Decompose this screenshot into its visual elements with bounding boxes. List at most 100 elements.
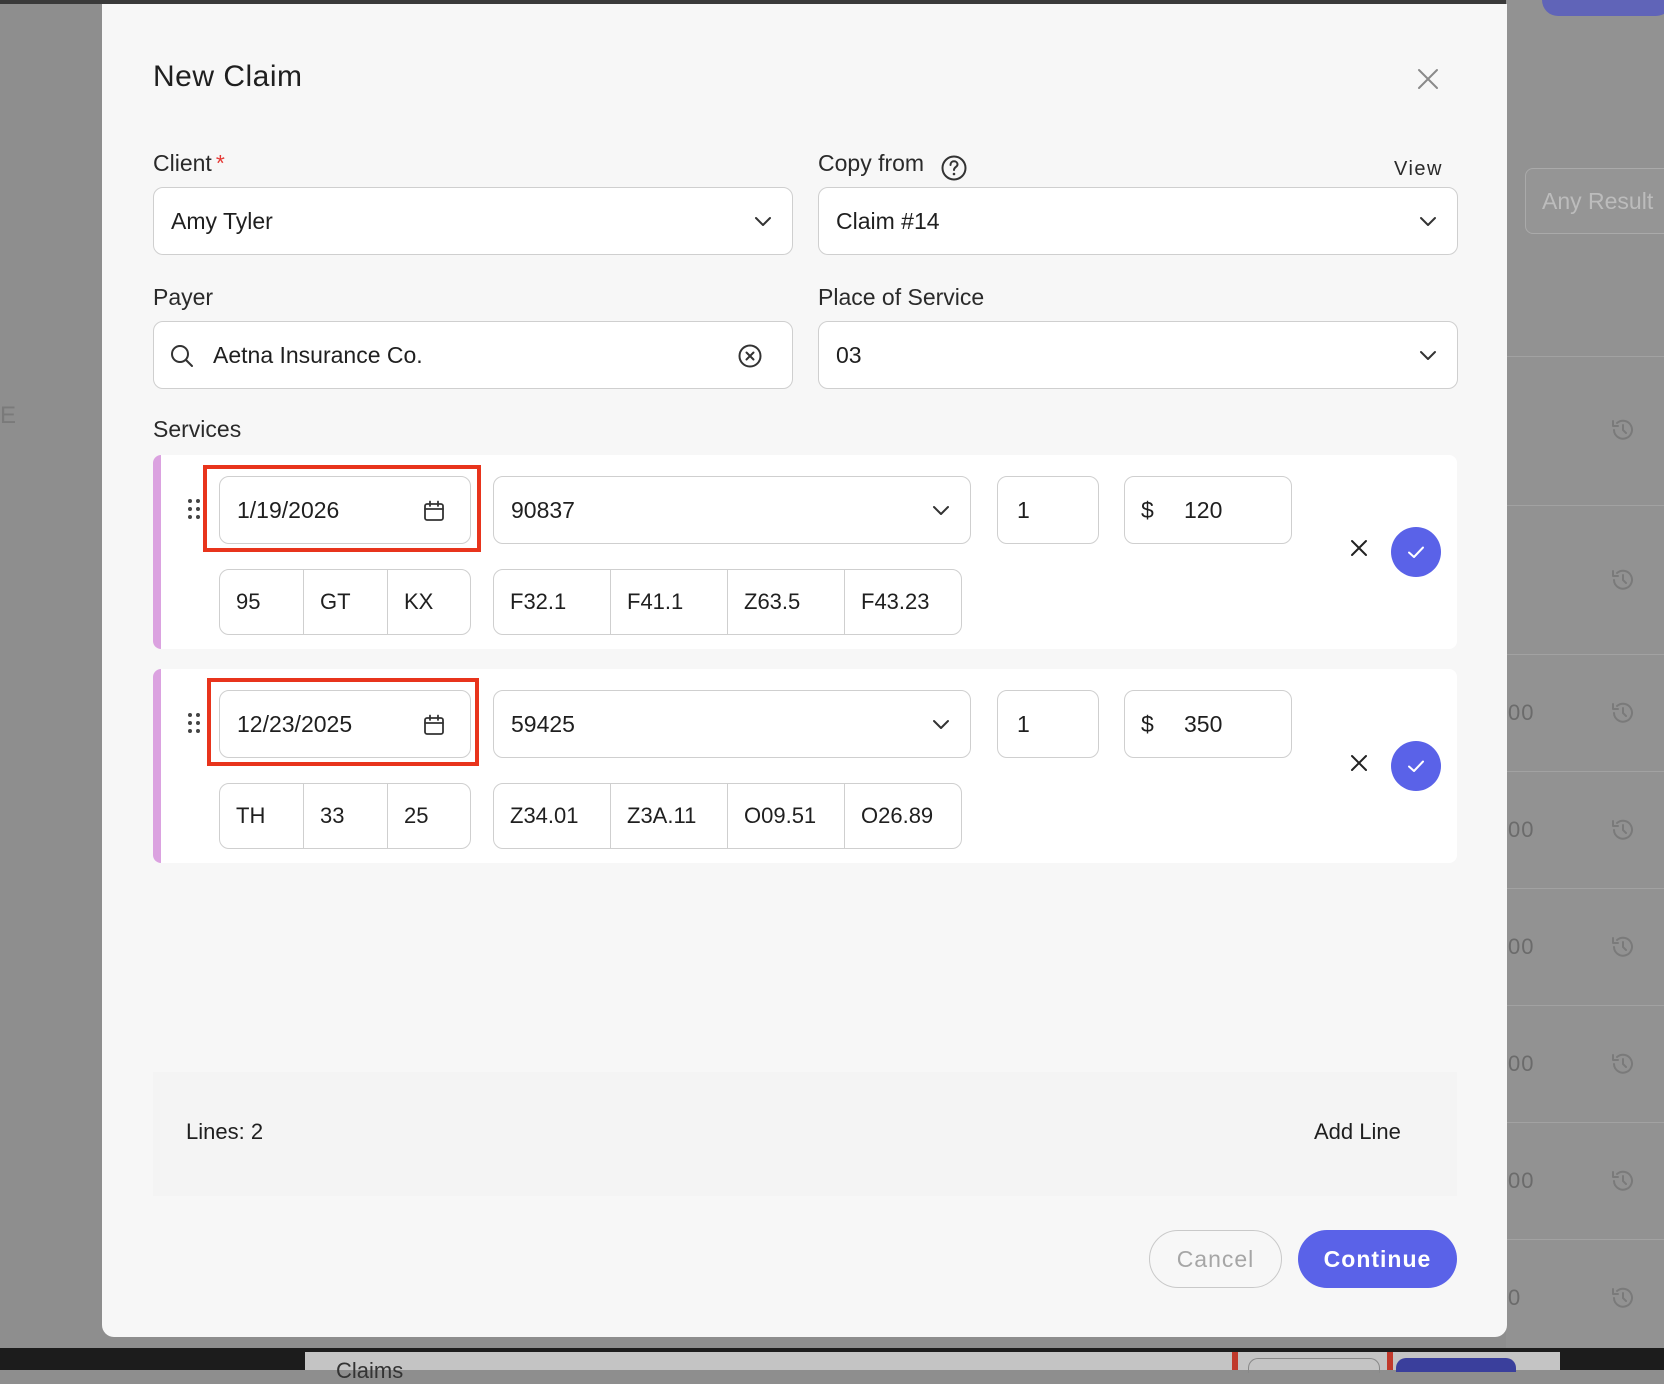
- remove-line-icon[interactable]: [1348, 537, 1370, 559]
- diagnoses-group: F32.1 F41.1 Z63.5 F43.23: [493, 569, 962, 635]
- service-line: 1/19/2026 90837 1 $ 120 95 GT KX F32.1 F…: [153, 455, 1457, 649]
- place-of-service-value: 03: [836, 341, 862, 368]
- background-amount: 0: [1508, 1285, 1522, 1310]
- place-of-service-label: Place of Service: [818, 284, 985, 310]
- currency-symbol: $: [1141, 496, 1154, 523]
- client-select[interactable]: Amy Tyler: [153, 187, 793, 255]
- payer-label: Payer: [153, 284, 214, 310]
- new-claim-dialog: New Claim Client * Amy Tyler Copy from Vi…: [102, 4, 1507, 1337]
- service-line: 12/23/2025 59425 1 $ 350 TH 33 25 Z34.01…: [153, 669, 1457, 863]
- background-filter: Any Result: [1525, 168, 1664, 234]
- modifier-input[interactable]: TH: [220, 784, 304, 848]
- history-icon: [1612, 819, 1633, 840]
- currency-symbol: $: [1141, 710, 1154, 737]
- amount-value: 120: [1184, 496, 1223, 523]
- background-button: [1542, 0, 1664, 16]
- diagnosis-input[interactable]: F32.1: [494, 570, 611, 634]
- modifier-input[interactable]: KX: [388, 570, 470, 634]
- view-link[interactable]: View: [1394, 158, 1443, 181]
- background-amount: 00: [1508, 817, 1535, 842]
- background-marker: [1387, 1352, 1393, 1370]
- drag-handle-icon[interactable]: [187, 712, 201, 734]
- diagnoses-group: Z34.01 Z3A.11 O09.51 O26.89: [493, 783, 962, 849]
- modifiers-group: TH 33 25: [219, 783, 471, 849]
- background-marker: [1232, 1352, 1238, 1370]
- modifier-input[interactable]: 33: [304, 784, 388, 848]
- amount-input[interactable]: $ 350: [1124, 690, 1292, 758]
- confirm-line-button[interactable]: [1391, 527, 1441, 577]
- place-of-service-select[interactable]: 03: [818, 321, 1458, 389]
- remove-line-icon[interactable]: [1348, 752, 1370, 774]
- modifier-input[interactable]: 95: [220, 570, 304, 634]
- background-row-divider: [1506, 1005, 1664, 1006]
- services-footer: [153, 1072, 1457, 1196]
- procedure-code-select[interactable]: 90837: [493, 476, 971, 544]
- amount-value: 350: [1184, 710, 1223, 737]
- modifier-input[interactable]: GT: [304, 570, 388, 634]
- cancel-button[interactable]: Cancel: [1149, 1230, 1282, 1288]
- background-row-divider: [1506, 888, 1664, 889]
- background-row-divider: [1506, 771, 1664, 772]
- background-page-title: Claims: [336, 1358, 404, 1383]
- dialog-title: New Claim: [153, 60, 303, 93]
- payer-search-input[interactable]: Aetna Insurance Co.: [153, 321, 793, 389]
- highlight-box: [207, 678, 479, 766]
- close-icon[interactable]: [1413, 64, 1443, 94]
- diagnosis-input[interactable]: F43.23: [845, 570, 961, 634]
- background-row-divider: [1506, 356, 1664, 357]
- highlight-box: [203, 465, 481, 552]
- required-mark: *: [215, 150, 225, 176]
- background-row-divider: [1506, 654, 1664, 655]
- background-amount: 00: [1508, 700, 1535, 725]
- client-label: Client *: [153, 150, 225, 176]
- background-amount: 00: [1508, 1168, 1535, 1193]
- diagnosis-input[interactable]: F41.1: [611, 570, 728, 634]
- units-input[interactable]: 1: [997, 690, 1099, 758]
- background-text: E: [0, 402, 17, 429]
- continue-button[interactable]: Continue: [1298, 1230, 1457, 1288]
- search-icon: [171, 345, 193, 367]
- diagnosis-input[interactable]: Z3A.11: [611, 784, 728, 848]
- background-amount: 00: [1508, 934, 1535, 959]
- diagnosis-input[interactable]: Z34.01: [494, 784, 611, 848]
- chevron-down-icon: [755, 217, 771, 226]
- drag-handle-icon[interactable]: [187, 498, 201, 520]
- service-line-accent: [153, 455, 161, 649]
- history-icon: [1612, 419, 1633, 440]
- copy-from-select[interactable]: Claim #14: [818, 187, 1458, 255]
- check-icon: [1408, 760, 1424, 772]
- chevron-down-icon: [1420, 351, 1436, 360]
- chevron-down-icon: [933, 720, 949, 729]
- service-line-accent: [153, 669, 161, 863]
- procedure-code-select[interactable]: 59425: [493, 690, 971, 758]
- diagnosis-input[interactable]: O26.89: [845, 784, 961, 848]
- units-value: 1: [1017, 710, 1030, 737]
- procedure-code-value: 90837: [511, 496, 575, 523]
- background-amount: 00: [1508, 1051, 1535, 1076]
- history-icon: [1612, 936, 1633, 957]
- background-button: [1248, 1358, 1380, 1373]
- services-label: Services: [153, 416, 242, 442]
- history-icon: [1612, 702, 1633, 723]
- clear-icon[interactable]: [737, 343, 763, 369]
- amount-input[interactable]: $ 120: [1124, 476, 1292, 544]
- help-icon[interactable]: [940, 154, 968, 182]
- payer-value: Aetna Insurance Co.: [213, 341, 423, 368]
- chevron-down-icon: [933, 506, 949, 515]
- background-row-divider: [1506, 1239, 1664, 1240]
- background-row-divider: [1506, 505, 1664, 506]
- history-icon: [1612, 1287, 1633, 1308]
- client-value: Amy Tyler: [171, 207, 273, 234]
- copy-from-value: Claim #14: [836, 207, 940, 234]
- units-input[interactable]: 1: [997, 476, 1099, 544]
- history-icon: [1612, 1170, 1633, 1191]
- add-line-button[interactable]: Add Line: [1314, 1119, 1401, 1145]
- check-icon: [1408, 546, 1424, 558]
- modifier-input[interactable]: 25: [388, 784, 470, 848]
- confirm-line-button[interactable]: [1391, 741, 1441, 791]
- diagnosis-input[interactable]: Z63.5: [728, 570, 845, 634]
- history-icon: [1612, 569, 1633, 590]
- units-value: 1: [1017, 496, 1030, 523]
- chevron-down-icon: [1420, 217, 1436, 226]
- diagnosis-input[interactable]: O09.51: [728, 784, 845, 848]
